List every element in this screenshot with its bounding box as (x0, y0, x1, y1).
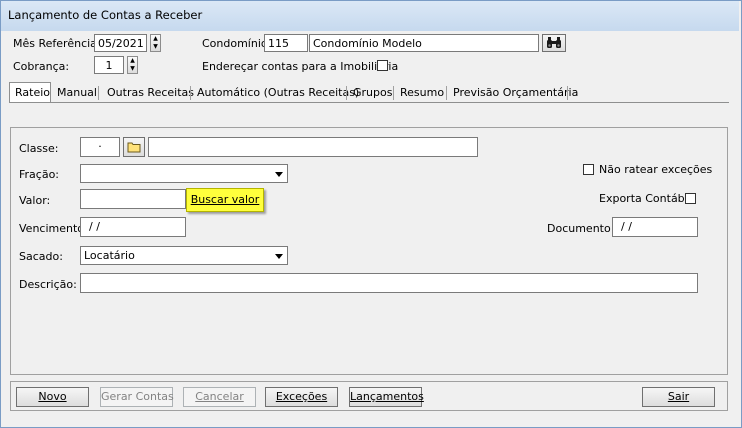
cancelar-button[interactable]: Cancelar (183, 387, 256, 407)
tab-manual[interactable]: Manual (52, 84, 102, 101)
excecoes-button[interactable]: Exceções (265, 387, 338, 407)
cobranca-spinner[interactable]: ▲ ▼ (127, 56, 138, 74)
tab-previsao-orcamentaria[interactable]: Previsão Orçamentária (448, 84, 583, 101)
tab-outras-receitas[interactable]: Outras Receitas (102, 84, 199, 101)
cobranca-input[interactable]: 1 (94, 56, 124, 74)
tab-separator (567, 86, 568, 100)
nao-ratear-checkbox[interactable] (583, 164, 594, 175)
fracao-label: Fração: (19, 168, 60, 181)
sacado-value: Locatário (84, 249, 135, 262)
valor-input[interactable] (80, 189, 186, 209)
cobranca-label: Cobrança: (13, 60, 70, 73)
excecoes-button-label: Exceções (275, 390, 328, 403)
nao-ratear-label: Não ratear exceções (599, 163, 713, 176)
fracao-select[interactable] (80, 164, 288, 183)
condominio-name-input[interactable]: Condomínio Modelo (309, 34, 539, 52)
sair-button-label: Sair (667, 390, 690, 403)
tab-grupos[interactable]: Grupos (348, 84, 397, 101)
sacado-select[interactable]: Locatário (80, 246, 288, 265)
gerar-contas-button-label: Gerar Contas (101, 390, 174, 403)
tab-separator (393, 86, 394, 100)
condominio-label: Condomínio: (202, 37, 272, 50)
enderecar-label: Endereçar contas para a Imobiliária (202, 60, 399, 73)
chevron-down-icon[interactable] (272, 166, 286, 181)
descricao-input[interactable] (80, 273, 698, 293)
sacado-label: Sacado: (19, 250, 63, 263)
tab-separator (446, 86, 447, 100)
vencimento-label: Vencimento: (19, 222, 88, 235)
buscar-valor-label: Buscar valor (190, 193, 260, 206)
chevron-down-icon[interactable] (272, 248, 286, 263)
vencimento-input[interactable]: / / (80, 217, 186, 237)
cancelar-button-label: Cancelar (195, 390, 244, 403)
tab-automatico[interactable]: Automático (Outras Receitas) (192, 84, 364, 101)
exporta-contabil-label: Exporta Contábil (599, 192, 691, 205)
buscar-valor-button[interactable]: Buscar valor (186, 188, 264, 212)
mes-referencia-input[interactable]: 05/2021 (94, 34, 147, 52)
tab-separator (190, 86, 191, 100)
binoculars-icon (547, 37, 561, 48)
tab-baseline (9, 102, 729, 103)
spin-down-icon[interactable]: ▼ (151, 43, 160, 51)
classe-label: Classe: (19, 142, 59, 155)
gerar-contas-button[interactable]: Gerar Contas (100, 387, 174, 407)
mes-referencia-label: Mês Referência: (13, 37, 101, 50)
spin-up-icon[interactable]: ▲ (128, 57, 137, 65)
novo-button-label: Novo (38, 390, 67, 403)
descricao-label: Descrição: (19, 278, 77, 291)
lancamentos-button[interactable]: Lançamentos (349, 387, 424, 407)
lancamentos-button-label: Lançamentos (350, 390, 424, 403)
valor-label: Valor: (19, 194, 51, 207)
folder-icon (127, 142, 141, 153)
documento-label: Documento: (547, 222, 615, 235)
binoculars-search-button[interactable] (542, 34, 566, 52)
window-title: Lançamento de Contas a Receber (8, 8, 203, 22)
tab-rateio[interactable]: Rateio (9, 82, 51, 103)
documento-input[interactable]: / / (612, 217, 698, 237)
classe-description-input[interactable] (148, 137, 478, 157)
classe-folder-button[interactable] (123, 137, 145, 157)
tab-separator (98, 86, 99, 100)
enderecar-checkbox[interactable] (377, 60, 388, 71)
exporta-contabil-checkbox[interactable] (685, 193, 696, 204)
classe-code-input[interactable]: · (80, 137, 120, 157)
spin-up-icon[interactable]: ▲ (151, 35, 160, 43)
spin-down-icon[interactable]: ▼ (128, 65, 137, 73)
novo-button[interactable]: Novo (16, 387, 89, 407)
mes-referencia-spinner[interactable]: ▲ ▼ (150, 34, 161, 52)
tab-separator (346, 86, 347, 100)
sair-button[interactable]: Sair (642, 387, 715, 407)
condominio-code-input[interactable]: 115 (264, 34, 308, 52)
tab-resumo[interactable]: Resumo (395, 84, 449, 101)
